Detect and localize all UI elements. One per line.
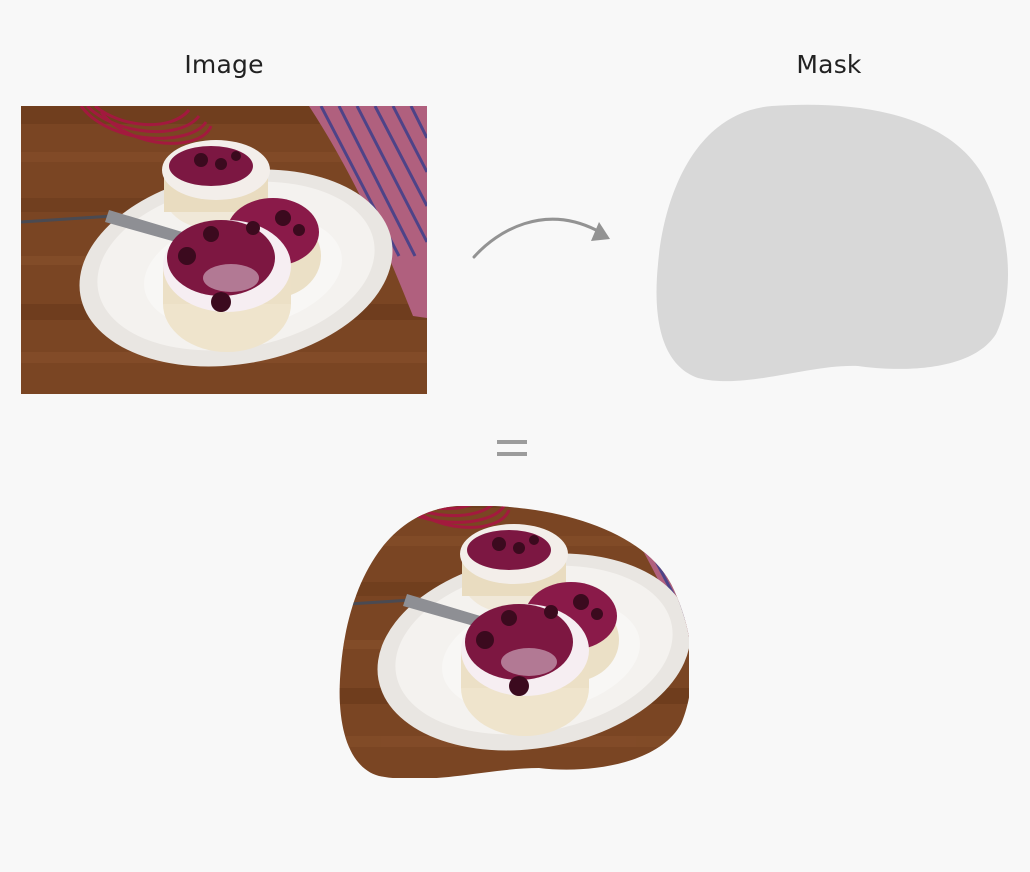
image-label: Image [184,50,264,79]
equals-icon [497,440,527,456]
source-photo [21,106,427,394]
mask-shape [656,104,1008,382]
mask-diagram: Image Mask [0,0,1030,872]
masked-result [339,506,689,778]
mask-label: Mask [796,50,862,79]
curved-arrow-icon [472,217,610,259]
